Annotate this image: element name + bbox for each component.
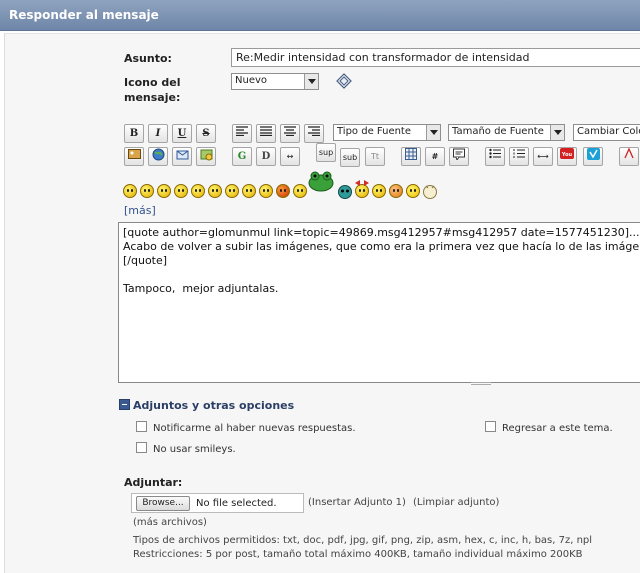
table-icon xyxy=(405,148,417,160)
align-right-button[interactable] xyxy=(304,124,324,143)
quote-button[interactable] xyxy=(449,147,469,166)
underline-button[interactable]: U xyxy=(172,124,192,143)
rolleyes-icon[interactable] xyxy=(276,184,290,198)
allowed-types-text: Tipos de archivos permitidos: txt, doc, … xyxy=(133,535,593,546)
frog-smiley-icon[interactable] xyxy=(308,170,334,192)
shadow-button[interactable]: D xyxy=(256,147,276,166)
file-status: No file selected. xyxy=(196,498,277,509)
flash-button[interactable] xyxy=(124,147,144,166)
align-left-button[interactable] xyxy=(232,124,252,143)
font-face-select[interactable]: Tipo de Fuente xyxy=(333,124,441,141)
clear-attachment-link[interactable]: (Limpiar adjunto) xyxy=(413,497,499,508)
svg-text:You: You xyxy=(561,152,573,158)
italic-button[interactable]: I xyxy=(148,124,168,143)
chevron-down-icon xyxy=(304,74,318,89)
chevron-down-icon xyxy=(550,125,564,140)
justify-button[interactable] xyxy=(256,124,276,143)
subject-input[interactable] xyxy=(231,48,640,67)
no-smileys-checkbox[interactable] xyxy=(136,442,147,453)
font-face-value: Tipo de Fuente xyxy=(337,126,412,137)
angry-icon[interactable] xyxy=(191,184,205,198)
wink-icon[interactable] xyxy=(140,184,154,198)
cheesy-icon[interactable] xyxy=(157,184,171,198)
shocked-icon[interactable] xyxy=(225,184,239,198)
code-button[interactable]: # xyxy=(425,147,445,166)
justify-icon xyxy=(260,126,272,137)
font-color-select[interactable]: Cambiar Color xyxy=(573,124,640,141)
vimeo-icon xyxy=(586,148,600,160)
chevron-down-icon xyxy=(426,125,440,140)
globe-icon xyxy=(152,148,164,161)
glow-button[interactable]: G xyxy=(232,147,252,166)
collapse-icon[interactable] xyxy=(119,399,130,410)
bullet-list-icon xyxy=(489,148,501,159)
return-to-topic-checkbox[interactable] xyxy=(485,421,496,432)
numbered-list-button[interactable] xyxy=(509,147,529,166)
hyperlink-button[interactable] xyxy=(148,147,168,166)
undecided-icon[interactable] xyxy=(389,184,403,198)
bow-icon xyxy=(355,180,369,186)
table-button[interactable] xyxy=(401,147,421,166)
email-button[interactable] xyxy=(172,147,192,166)
vimeo-button[interactable] xyxy=(583,147,603,166)
align-left-icon xyxy=(236,126,248,137)
image-icon xyxy=(127,149,141,159)
align-center-icon xyxy=(284,126,296,137)
subscript-button[interactable]: sub xyxy=(340,148,360,167)
browse-button[interactable]: Browse... xyxy=(136,496,190,511)
cry-smiley-icon[interactable] xyxy=(422,183,438,200)
ftp-icon xyxy=(200,149,212,161)
lipsrsealed-icon[interactable] xyxy=(406,184,420,198)
align-center-button[interactable] xyxy=(280,124,300,143)
bold-button[interactable]: B xyxy=(124,124,144,143)
huh-icon[interactable] xyxy=(259,184,273,198)
move-button[interactable]: ↔ xyxy=(280,147,300,166)
cool-icon[interactable] xyxy=(242,184,256,198)
font-color-value: Cambiar Color xyxy=(577,126,640,137)
numbered-list-icon xyxy=(513,149,525,158)
more-smileys-link[interactable]: [más] xyxy=(124,204,156,217)
strike-button[interactable]: S xyxy=(196,124,216,143)
no-smileys-label: No usar smileys. xyxy=(153,444,236,455)
restrictions-text: Restricciones: 5 por post, tamaño total … xyxy=(133,549,583,560)
align-right-icon xyxy=(308,126,320,137)
alien-smiley-icon[interactable] xyxy=(337,184,353,199)
quote-icon xyxy=(453,148,465,162)
sad-icon[interactable] xyxy=(208,184,222,198)
window-header: Responder al mensaje xyxy=(0,0,640,31)
embarrassed-icon[interactable] xyxy=(372,184,386,198)
message-icon-value: Nuevo xyxy=(235,75,268,86)
message-icon-preview-icon xyxy=(336,73,352,89)
resize-handle[interactable] xyxy=(471,382,491,385)
file-input[interactable]: Browse... No file selected. xyxy=(131,493,304,513)
symbols-icon xyxy=(623,147,634,159)
notify-label: Notificarme al haber nuevas respuestas. xyxy=(153,423,356,434)
attach-label: Adjuntar: xyxy=(124,476,183,489)
return-to-topic-label: Regresar a este tema. xyxy=(502,423,613,434)
teletype-button[interactable]: Tt xyxy=(365,147,385,166)
youtube-icon: You xyxy=(560,148,574,159)
bullet-list-button[interactable] xyxy=(485,147,505,166)
horizontal-rule-button[interactable]: ⟷ xyxy=(533,147,553,166)
icon-label-line1: Icono del xyxy=(124,76,181,89)
tongue-icon[interactable] xyxy=(293,184,307,198)
ftp-button[interactable] xyxy=(196,147,216,166)
smiley-icon[interactable] xyxy=(123,184,137,198)
font-size-select[interactable]: Tamaño de Fuente xyxy=(448,124,565,141)
attachments-section-title[interactable]: Adjuntos y otras opciones xyxy=(133,399,294,412)
icon-label-line2: mensaje: xyxy=(124,91,181,104)
grin-icon[interactable] xyxy=(174,184,188,198)
font-size-value: Tamaño de Fuente xyxy=(452,126,544,137)
superscript-button[interactable]: sup xyxy=(316,143,336,162)
youtube-button[interactable]: You xyxy=(557,147,577,166)
notify-checkbox[interactable] xyxy=(136,421,147,432)
email-icon xyxy=(176,150,188,160)
message-body-textarea[interactable]: [quote author=glomunmul link=topic=49869… xyxy=(118,222,640,383)
symbols-button[interactable] xyxy=(619,147,639,166)
insert-attachment-link[interactable]: (Insertar Adjunto 1) xyxy=(308,497,406,508)
message-icon-select[interactable]: Nuevo xyxy=(231,73,319,90)
window-title: Responder al mensaje xyxy=(9,8,159,22)
subject-label: Asunto: xyxy=(124,52,172,65)
more-files-link[interactable]: (más archivos) xyxy=(133,517,207,528)
